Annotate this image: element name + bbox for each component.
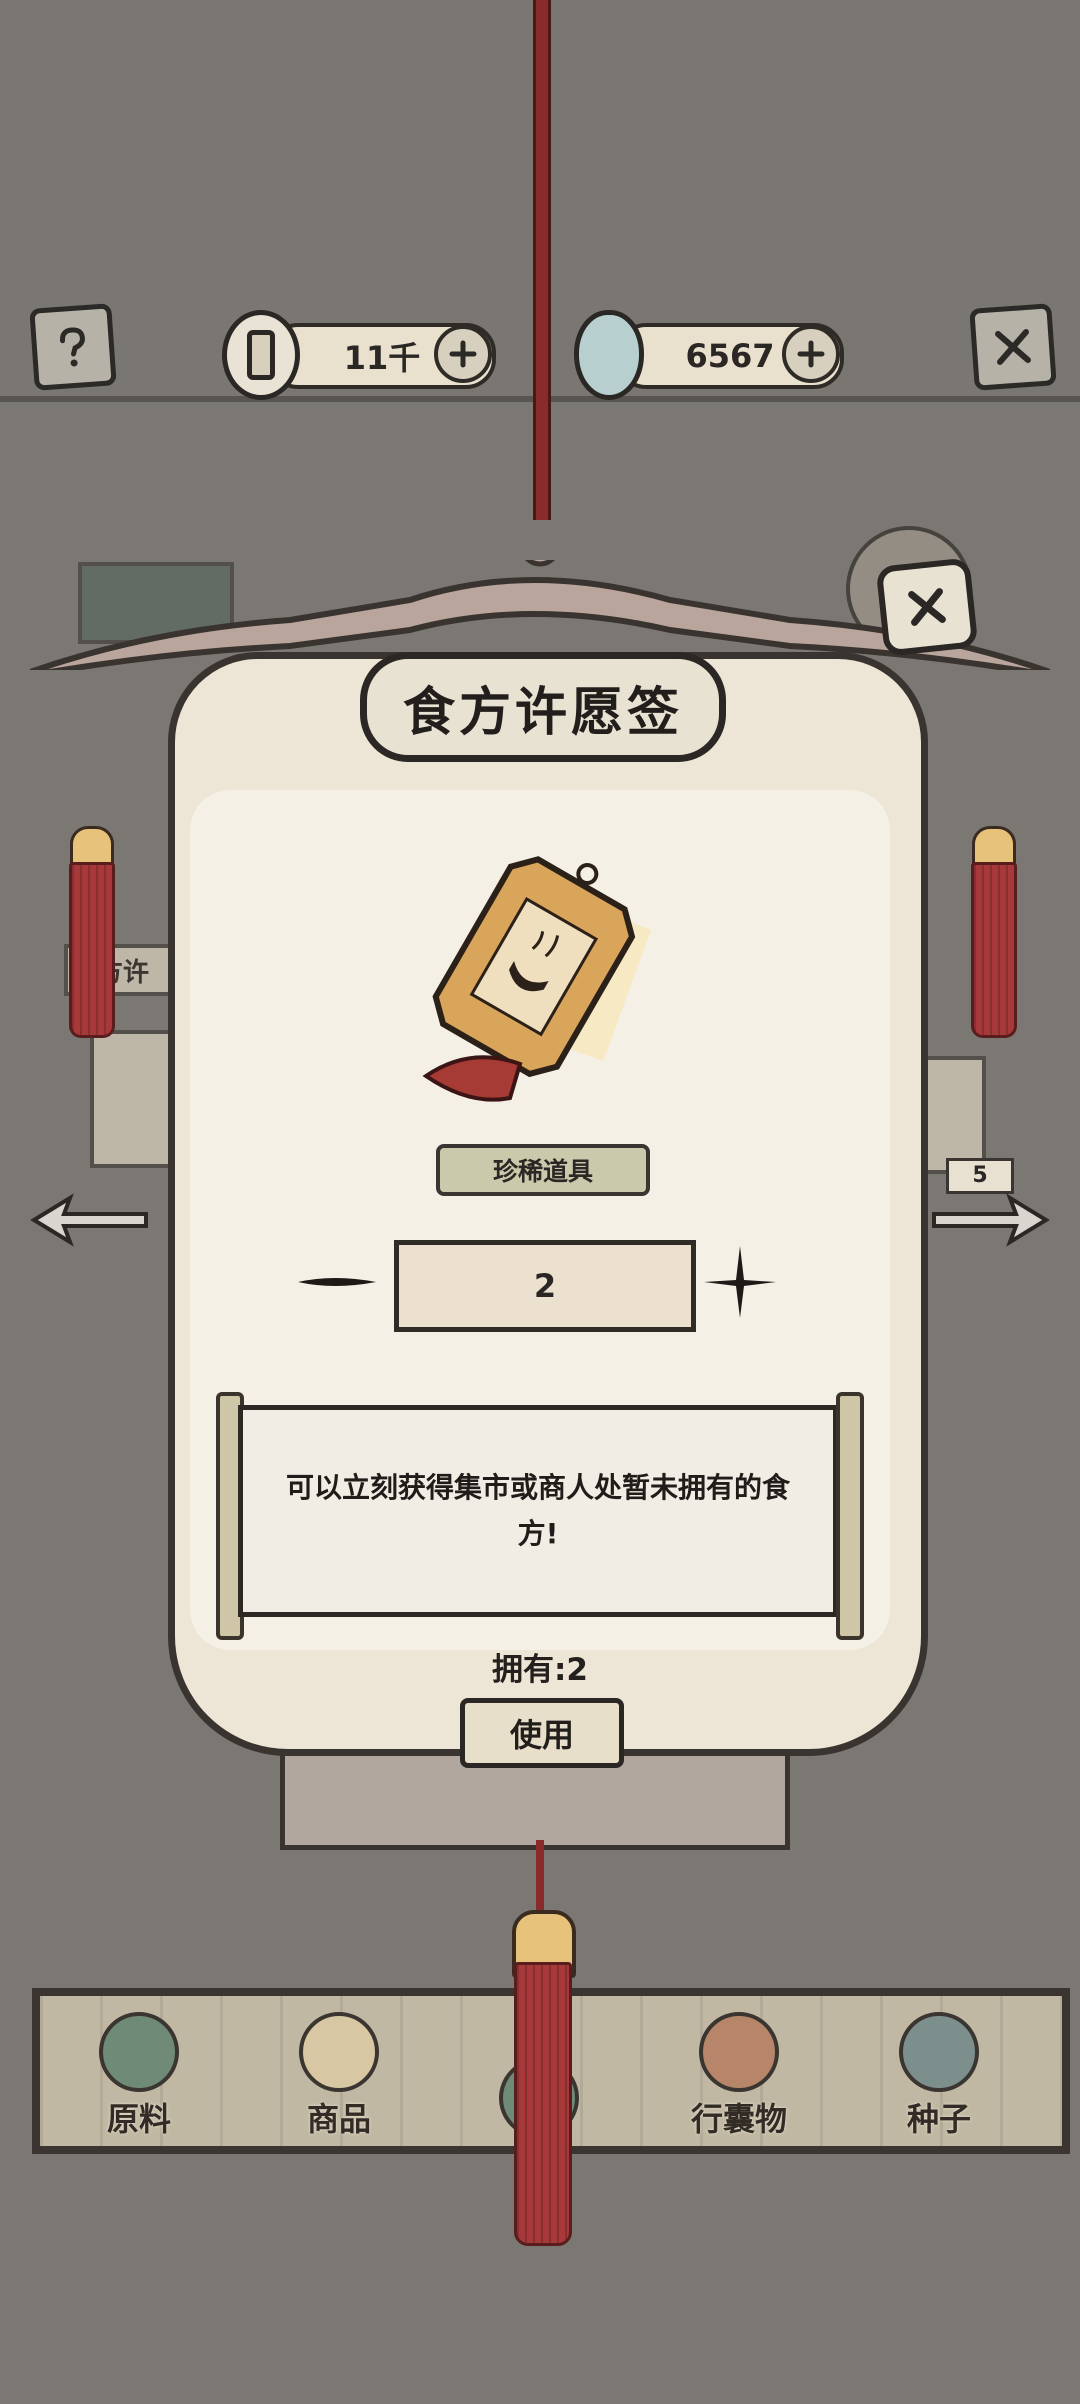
- plus-icon: [449, 340, 477, 368]
- use-button[interactable]: 使用: [460, 1698, 624, 1768]
- quantity-value: 2: [533, 1267, 557, 1305]
- prev-arrow[interactable]: [30, 1190, 150, 1250]
- jade-gem-icon: [574, 310, 644, 400]
- plus-icon: [797, 340, 825, 368]
- item-description: 可以立刻获得集市或商人处暂未拥有的食方!: [238, 1405, 838, 1617]
- copper-coin-icon: [222, 310, 300, 400]
- arrow-right-icon: [932, 1193, 1050, 1247]
- background-map-item: [90, 1030, 178, 1168]
- plus-icon: [704, 1246, 776, 1318]
- tab-seeds-label: 种子: [906, 2100, 971, 2138]
- background-count-badge: 5: [946, 1158, 1014, 1194]
- tab-seeds[interactable]: 种子: [864, 2000, 1014, 2140]
- item-title-text: 食方许愿签: [402, 682, 683, 743]
- background-right-count: 5: [972, 1163, 988, 1188]
- leaf-icon: [99, 2012, 179, 2092]
- item-description-text: 可以立刻获得集市或商人处暂未拥有的食方!: [285, 1471, 790, 1550]
- hanging-string: [533, 0, 551, 520]
- tassel-cord: [536, 1840, 544, 1920]
- seed-pot-icon: [899, 2012, 979, 2092]
- arrow-left-icon: [30, 1193, 148, 1247]
- close-icon: [995, 329, 1031, 365]
- wish-tag-icon: [410, 836, 670, 1126]
- use-button-label: 使用: [509, 1716, 574, 1754]
- clothes-icon: [699, 2012, 779, 2092]
- tab-ingredients[interactable]: 原料: [64, 2000, 214, 2140]
- jade-value: 6567: [685, 337, 775, 375]
- add-jade-button[interactable]: [782, 325, 840, 383]
- item-title: 食方许愿签: [360, 652, 726, 762]
- right-tassel: [971, 862, 1017, 1038]
- owned-count-text: 拥有:2: [492, 1652, 588, 1688]
- goods-icon: [299, 2012, 379, 2092]
- copper-value: 11千: [343, 339, 421, 377]
- rarity-badge: 珍稀道具: [436, 1144, 650, 1196]
- rarity-label: 珍稀道具: [492, 1157, 593, 1186]
- add-copper-button[interactable]: [434, 325, 492, 383]
- background-book-item: [918, 1056, 986, 1174]
- tab-goods[interactable]: 商品: [264, 2000, 414, 2140]
- tab-ingredients-label: 原料: [106, 2100, 171, 2138]
- left-tassel: [69, 862, 115, 1038]
- tab-travel-items-label: 行囊物: [690, 2100, 787, 2138]
- decrease-quantity-button[interactable]: [294, 1268, 380, 1296]
- quantity-field[interactable]: 2: [394, 1240, 696, 1332]
- question-icon: [60, 327, 85, 367]
- scroll-rod-right: [836, 1392, 864, 1640]
- owned-count: 拥有:2: [440, 1644, 640, 1689]
- exit-button[interactable]: [969, 303, 1057, 391]
- close-panel-button[interactable]: [875, 557, 979, 657]
- minus-icon: [298, 1278, 376, 1286]
- center-tassel: [514, 1962, 572, 2246]
- close-icon: [908, 588, 946, 626]
- tab-goods-label: 商品: [306, 2100, 371, 2138]
- increase-quantity-button[interactable]: [700, 1242, 780, 1322]
- help-button[interactable]: [29, 303, 117, 391]
- tab-travel-items[interactable]: 行囊物: [664, 2000, 814, 2140]
- next-arrow[interactable]: [930, 1190, 1050, 1250]
